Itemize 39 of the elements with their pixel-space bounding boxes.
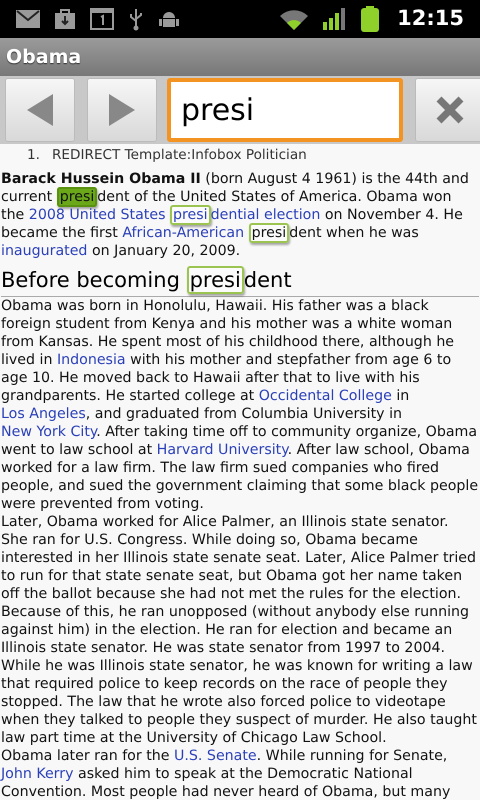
right-arrow-icon [107,93,137,127]
link[interactable]: inaugurated [1,243,88,259]
next-button[interactable] [87,78,157,142]
search-field[interactable]: presi [167,78,403,142]
paragraph: Later, Obama worked for Alice Palmer, an Illinois state senator. She ran for U.S. Congress. While doing so, Obama became interested in her Illinois state senate seat. Later, Alice Palmer tried to run for that state senate seat, but Obama got her name taken off the ballot because she had not met the rules for the election. Because of this, he ran unopposed (without anybody else running against him) in the election. He ran for election and became an Illinois state senator. He was state senator from 1997 to 2004. [1,513,478,657]
signal-icon [323,8,348,30]
battery-icon [361,6,380,32]
link[interactable]: John Kerry [1,766,74,782]
link[interactable]: Occidental College [258,388,392,404]
calendar-icon [90,8,114,30]
section-heading: Before becoming presi dent [1,266,479,297]
wifi-icon [279,8,310,30]
link[interactable]: New York City [1,424,96,440]
clear-button[interactable] [415,78,480,142]
paragraph: While he was Illinois state senator, he was known for writing a law that required police to keep records on the race of people they stopped. The law that he wrote also forced police to videotape when they talked to people they suspect of murder. He also taught law part time at the University of Chicago Law School. [1,657,478,747]
list-item-text: REDIRECT Template:Infobox Politician [52,146,307,164]
paragraph: Obama was born in Honolulu, Hawaii. His father was a black foreign student from Kenya and his mother was a white woman from Kansas. He spent most of his childhood there, although he lived in Indonesia with his mother and stepfather from age 6 to age 10. He moved back to Hawaii after that to live with his grandparents. He started college at Occidental College in Los Angeles, and graduated from Columbia University in New York City. After taking time off to community organize, Obama went to law school at Harvard University. After law school, Obama worked for a law firm. The law firm sued companies who fired people, and sued the government claiming that some black people were prevented from voting. [1,297,479,513]
window-title: Obama [6,44,82,70]
link[interactable]: U.S. Senate [174,748,257,764]
link[interactable]: Los Angeles [1,406,86,422]
previous-button[interactable] [5,78,75,142]
link[interactable]: dential election [210,207,320,223]
link[interactable]: Indonesia [56,352,126,368]
link[interactable]: Harvard University [156,442,288,458]
clock: 12:15 [397,5,464,32]
paragraph: Obama later ran for the U.S. Senate. While running for Senate, John Kerry asked him to speak at the Democratic National Convention. Most people had never heard of Obama, but many [1,747,452,800]
search-match: presi [186,266,244,294]
search-match: presi [56,187,98,207]
paragraph: Barack Hussein Obama II (born August 4 1961) is the 44th and current presi dent of the United States of America. Obama won the 2008 United States presi dential election on November 4. He became the first African-American presi dent when he was inaugurated on January 20, 2009. [1,170,470,260]
left-arrow-icon [25,93,55,127]
download-icon [54,8,76,30]
list-number: 1. [27,146,40,164]
usb-icon [128,7,144,31]
search-match: presi [170,205,211,225]
close-icon [434,94,466,126]
search-match: presi [248,223,290,243]
link[interactable]: African-American [122,225,249,241]
envelope-icon [16,10,40,28]
link[interactable]: 2008 United States [28,207,170,223]
